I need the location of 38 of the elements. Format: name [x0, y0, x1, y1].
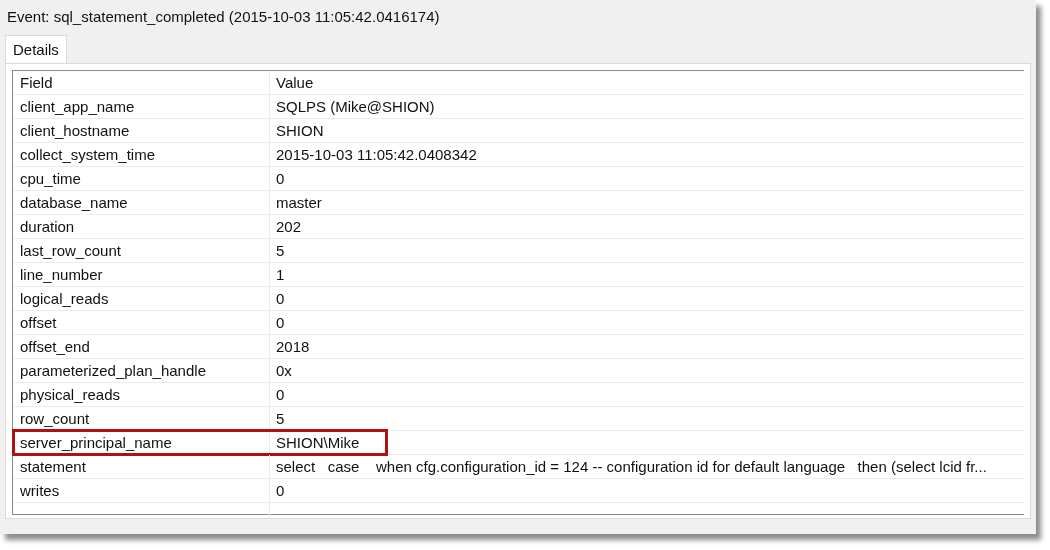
- table-cell: database_name: [13, 191, 270, 214]
- tab[interactable]: Details: [5, 35, 67, 63]
- column-header: Value: [275, 73, 315, 93]
- table-cell-text: 0: [275, 289, 286, 309]
- column-header: Field: [13, 71, 270, 94]
- table-cell-text: 0: [275, 385, 286, 405]
- table-cell-text: 2018: [275, 337, 311, 357]
- table-cell-text: 1: [275, 265, 286, 285]
- table-cell-text: SHION: [275, 121, 325, 141]
- table-cell-text: 5: [275, 241, 286, 261]
- table-cell: statement: [13, 455, 270, 478]
- table-cell: line_number: [13, 263, 270, 286]
- table-cell-text: 2015-10-03 11:05:42.0408342: [275, 145, 478, 165]
- table-cell-text: 5: [275, 409, 286, 429]
- table-cell: offset: [13, 311, 270, 334]
- table-cell: server_principal_name: [13, 431, 270, 454]
- table-cell: row_count: [13, 407, 270, 430]
- table-cell: logical_reads: [13, 287, 270, 310]
- table-cell: parameterized_plan_handle: [13, 359, 270, 382]
- window-title: Event: sql_statement_completed (2015-10-03 11:05:42.0416174): [6, 7, 441, 27]
- table-cell-text: master: [275, 193, 323, 213]
- table-cell: writes: [13, 479, 270, 502]
- table-cell-text: 0: [275, 481, 286, 501]
- table-cell: client_hostname: [13, 119, 270, 142]
- table-cell: last_row_count: [13, 239, 270, 262]
- table-cell-text: 0: [275, 313, 286, 333]
- table-cell: duration: [13, 215, 270, 238]
- table-cell-text: 0x: [275, 361, 293, 381]
- table-cell: cpu_time: [13, 167, 270, 190]
- table-cell: collect_system_time: [13, 143, 270, 166]
- table-cell-text: 202: [275, 217, 303, 237]
- table-cell-text: select case when cfg.configuration_id = 124 -- configuration id for default language then (select lcid fr...: [275, 457, 988, 477]
- table-cell: client_app_name: [13, 95, 270, 118]
- table-cell-text: SQLPS (Mike@SHION): [275, 97, 436, 117]
- table-cell: physical_reads: [13, 383, 270, 406]
- table-cell-text: SHION\Mike: [275, 433, 361, 453]
- table-cell: offset_end: [13, 335, 270, 358]
- table-cell-text: 0: [275, 169, 286, 189]
